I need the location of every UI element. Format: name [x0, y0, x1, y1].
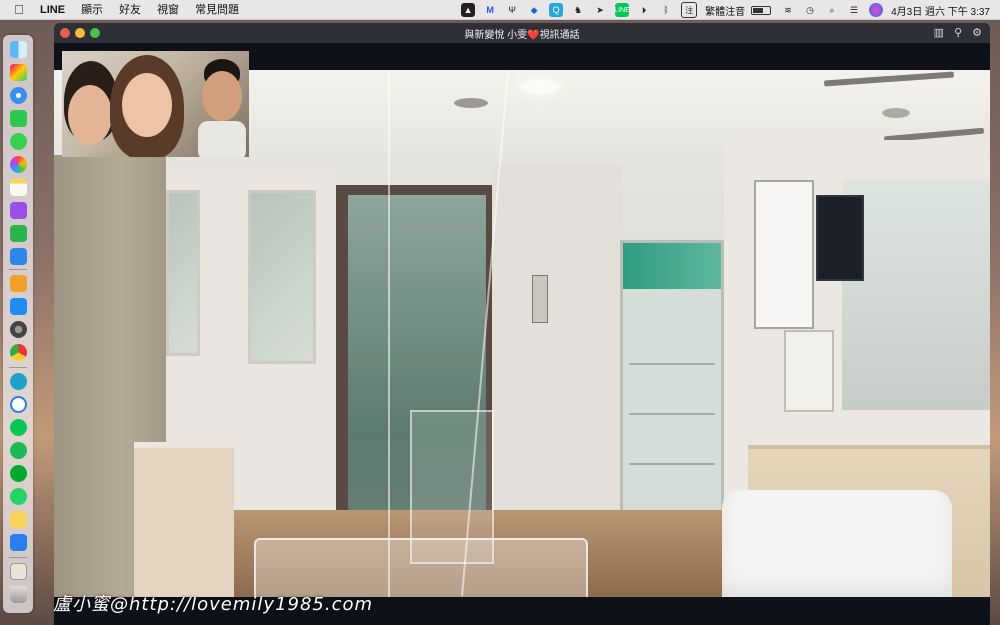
menu-faq[interactable]: 常見問題 — [195, 0, 239, 20]
desk-monitor — [784, 330, 834, 412]
malwarebytes-icon[interactable]: M — [483, 3, 497, 17]
window-title: 與新變悅 小雯❤️視訊通話 — [464, 29, 580, 41]
launchpad-icon[interactable] — [10, 64, 27, 81]
line-tray-icon[interactable]: LINE — [614, 3, 630, 17]
white-chair — [722, 490, 952, 597]
dock-separator — [9, 557, 27, 558]
dock-separator — [9, 367, 27, 368]
wall-tv — [816, 195, 864, 281]
keynote-icon[interactable] — [10, 248, 27, 265]
evernote-icon[interactable] — [10, 465, 27, 482]
input-method-label[interactable]: 繁體注音 — [705, 3, 745, 18]
self-view-video[interactable] — [62, 51, 249, 157]
search-tray-icon[interactable]: Q — [549, 3, 564, 17]
wall-window — [248, 190, 316, 364]
battery-icon[interactable] — [751, 5, 772, 15]
dropbox-icon[interactable] — [10, 396, 27, 413]
notes-icon[interactable] — [10, 179, 27, 196]
menu-window[interactable]: 視窗 — [157, 0, 179, 20]
line-icon[interactable] — [10, 419, 27, 436]
menu-bar:  LINE 顯示 好友 視窗 常見問題 ▲ M Ψ ◆ Q ♞ ➤ LINE … — [0, 0, 1000, 20]
settings-gear-icon[interactable]: ⚙ — [972, 26, 982, 39]
photos-icon[interactable] — [10, 156, 27, 173]
send-icon[interactable]: ➤ — [593, 3, 607, 17]
cable-line — [388, 70, 390, 597]
notification-icon[interactable]: ▲ — [461, 3, 476, 17]
minimize-button[interactable] — [75, 28, 85, 38]
quicklook-icon[interactable] — [10, 373, 27, 390]
clock-icon[interactable]: ◷ — [803, 3, 817, 17]
ceiling-light — [520, 80, 560, 94]
messenger-icon[interactable] — [10, 534, 27, 551]
finder-icon[interactable] — [10, 41, 27, 58]
pages-icon[interactable] — [10, 275, 27, 292]
whiteboard — [754, 180, 814, 329]
intercom-phone — [532, 275, 548, 323]
menubar-clock[interactable]: 4月3日 週六 下午 3:37 — [891, 3, 990, 18]
siri-icon[interactable] — [869, 3, 884, 17]
numbers-icon[interactable] — [10, 225, 27, 242]
bluetooth-icon[interactable]: ᛒ — [659, 3, 673, 17]
maximize-button[interactable] — [90, 28, 100, 38]
preview-icon[interactable] — [10, 563, 27, 580]
menu-app-line[interactable]: LINE — [40, 0, 65, 20]
apple-menu-icon[interactable]:  — [12, 0, 26, 20]
trash-icon[interactable] — [10, 586, 27, 603]
usb-icon[interactable]: Ψ — [505, 3, 519, 17]
person-face — [68, 85, 112, 145]
close-button[interactable] — [60, 28, 70, 38]
chrome-icon[interactable] — [10, 344, 27, 361]
back-room — [842, 180, 990, 410]
messages-icon[interactable] — [10, 133, 27, 150]
wifi-icon[interactable]: ≋ — [781, 3, 795, 17]
menu-friends[interactable]: 好友 — [119, 0, 141, 20]
dock — [3, 35, 33, 613]
spotify-icon[interactable] — [10, 442, 27, 459]
menu-view[interactable]: 顯示 — [81, 0, 103, 20]
bassinet-frame — [254, 538, 588, 597]
ceiling-light — [882, 108, 910, 118]
facetime-icon[interactable] — [10, 110, 27, 127]
podcasts-icon[interactable] — [10, 202, 27, 219]
split-view-icon[interactable]: ▥ — [934, 26, 944, 39]
person-shirt — [198, 121, 246, 157]
dropbox-tray-icon[interactable]: ◆ — [527, 3, 541, 17]
wall-window — [166, 190, 200, 356]
spotlight-icon[interactable]: ⌕ — [825, 3, 839, 17]
dock-separator — [9, 269, 27, 270]
video-call-window: 與新變悅 小雯❤️視訊通話 ▥ ⚲ ⚙ — [54, 23, 990, 625]
fridge-shelf — [629, 463, 715, 465]
app-store-icon[interactable] — [10, 298, 27, 315]
fridge-shelf — [629, 363, 715, 365]
person-face — [122, 73, 172, 137]
play-icon[interactable]: ⏵ — [637, 3, 651, 17]
evernote-tray-icon[interactable]: ♞ — [571, 3, 585, 17]
person-face — [202, 71, 242, 121]
whatsapp-icon[interactable] — [10, 488, 27, 505]
system-preferences-icon[interactable] — [10, 321, 27, 338]
window-titlebar[interactable]: 與新變悅 小雯❤️視訊通話 ▥ ⚲ ⚙ — [54, 23, 990, 43]
control-center-icon[interactable]: ☰ — [847, 3, 861, 17]
fridge-header — [623, 243, 721, 289]
stickies-icon[interactable] — [10, 511, 27, 528]
pin-icon[interactable]: ⚲ — [954, 26, 962, 39]
fridge-shelf — [629, 413, 715, 415]
status-tray: ▲ M Ψ ◆ Q ♞ ➤ LINE ⏵ ᛒ 注 繁體注音 ≋ ◷ ⌕ ☰ 4月… — [457, 0, 994, 20]
left-desk — [134, 442, 234, 597]
safari-icon[interactable] — [10, 87, 27, 104]
watermark-text: 盧小蜜@http://lovemily1985.com — [53, 594, 374, 615]
ime-icon[interactable]: 注 — [681, 2, 698, 18]
ceiling-light — [454, 98, 488, 108]
